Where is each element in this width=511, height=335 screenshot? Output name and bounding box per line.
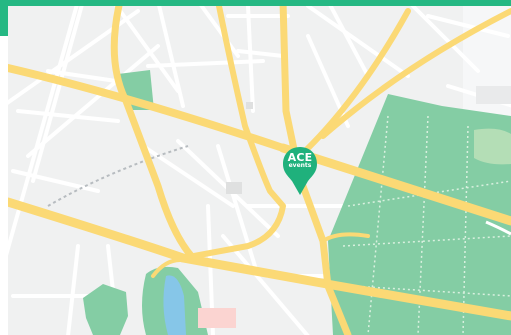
marker-shape: [283, 147, 317, 195]
map-view[interactable]: ACE events: [8, 6, 511, 335]
park-lawn: [474, 128, 511, 165]
building: [226, 182, 242, 194]
map-marker[interactable]: ACE events: [282, 146, 318, 196]
side-accent-tab: [0, 6, 8, 36]
building: [476, 86, 511, 104]
map-canvas[interactable]: [8, 6, 511, 335]
map-pin-icon: [283, 147, 317, 195]
map-widget: ACE events: [0, 0, 511, 335]
building: [246, 102, 253, 109]
special-area: [198, 308, 236, 328]
